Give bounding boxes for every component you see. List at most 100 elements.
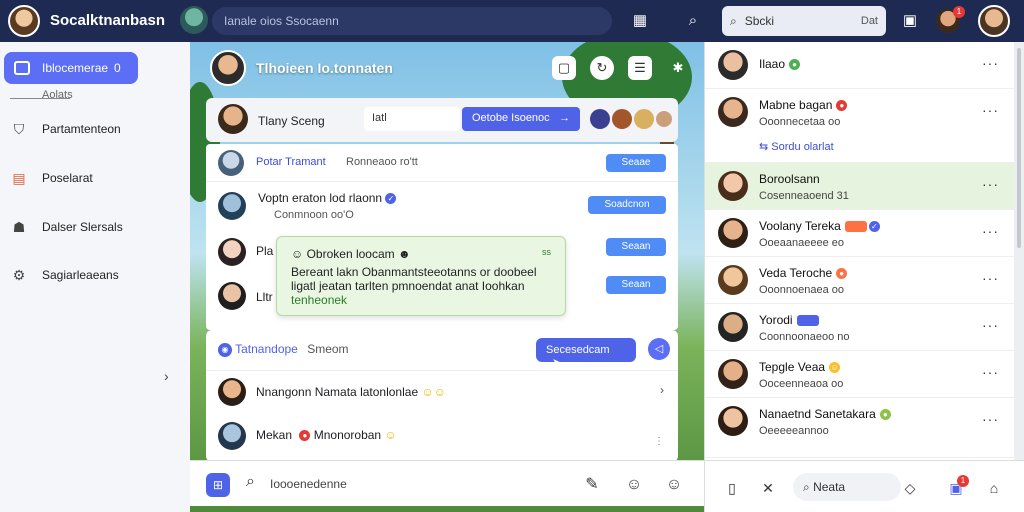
shield-icon: ⛉ (13, 121, 25, 137)
search-box[interactable]: ⌕ Sbcki Dat (722, 6, 886, 36)
brand-name: Socalktnanbasn (50, 12, 166, 29)
scrollbar[interactable] (1014, 42, 1024, 460)
home-icon[interactable]: ⌂ (983, 477, 1005, 499)
contact-sub: Oeeeeeannoo (759, 425, 829, 437)
scrollbar-thumb[interactable] (1017, 48, 1021, 248)
contacts-search-input[interactable]: ⌕ Neata (793, 473, 901, 501)
phone-icon[interactable]: ▯ (721, 477, 743, 499)
feed-action-button[interactable]: Seaae (606, 154, 666, 172)
sidebar-item-4[interactable]: ⚙ Sagiarleaeans (10, 266, 119, 284)
contact-name: Veda Teroche ● (759, 266, 848, 280)
compose-avatar[interactable] (218, 104, 248, 134)
contact-row[interactable]: Veda Teroche ● Ooonnoenaea oo ··· (705, 257, 1015, 304)
feed-action-button[interactable]: Seaan (606, 276, 666, 294)
user-avatar[interactable] (180, 6, 208, 34)
brand-avatar[interactable] (8, 5, 40, 37)
avatar (718, 265, 748, 295)
list-icon[interactable]: ☰ (628, 56, 652, 80)
contact-sub: Ooonnecetaa oo (759, 116, 841, 128)
comment-sub: Mnonoroban (313, 428, 382, 442)
contact-row[interactable]: Ilaao ● ··· (705, 42, 1015, 89)
table-row[interactable]: Nnangonn Namata latonlonlae ☺☺ › (206, 370, 678, 414)
compose-input[interactable]: Iatl (364, 107, 460, 131)
contact-row[interactable]: Boroolsann Cosenneaoend 31 ··· (705, 163, 1015, 210)
contact-sub: Ooonnoenaea oo (759, 284, 845, 296)
list-item[interactable]: Potar Tramant Ronneaoo ro'tt Seaae (206, 144, 678, 182)
group-icon: ☗ (12, 219, 26, 235)
more-options-icon[interactable]: ··· (982, 270, 999, 286)
more-options-icon[interactable]: ··· (982, 411, 999, 427)
tools-icon[interactable]: ✕ (757, 477, 779, 499)
more-options-icon[interactable]: ··· (982, 102, 999, 118)
contact-row[interactable]: Tepgle Veaa ☺ Ooceenneaoa oo ··· (705, 351, 1015, 398)
share-icon[interactable]: ◁ (648, 338, 670, 360)
avatar (718, 97, 748, 127)
chevron-right-icon[interactable]: › (164, 368, 169, 384)
contact-link-text: Sordu olarlat (771, 141, 834, 153)
emoji-reaction-icon[interactable]: ☺ (662, 473, 686, 497)
compose-submit-button[interactable]: Oetobe Isoenoc → (462, 107, 580, 131)
more-icon[interactable]: ⋮ (654, 436, 664, 447)
composer-input[interactable]: Ioooenedenne (270, 477, 347, 491)
avatar (218, 192, 246, 220)
status-badge (796, 315, 819, 327)
message-popup[interactable]: ☺ Obroken loocam ☻ ss Bereant lakn Obanm… (276, 236, 566, 316)
search-icon[interactable]: ⌕ (681, 9, 705, 33)
avatar (218, 378, 246, 406)
tag-icon[interactable]: ◇ (899, 477, 921, 499)
chat-icon[interactable]: ▢ (552, 56, 576, 80)
more-options-icon[interactable]: ··· (982, 55, 999, 71)
apps-icon[interactable]: ⊞ (206, 473, 230, 497)
contact-row[interactable]: Mabne bagan ● Ooonnecetaa oo ··· ⇆ Sordu … (705, 89, 1015, 163)
avatar (218, 422, 246, 450)
table-row[interactable]: Mekan ● Mnonoroban ☺ ⋮ (206, 416, 678, 460)
contact-name-text: Veda Teroche (759, 266, 833, 280)
contact-link[interactable]: ⇆ Sordu olarlat (759, 140, 834, 153)
more-options-icon[interactable]: ··· (982, 223, 999, 239)
right-bottom-bar: ▯ ✕ ⌕ Neata ◇ ▣ 1 ⌂ (704, 460, 1024, 512)
gear-icon[interactable]: ✱ (666, 56, 690, 80)
chevron-right-icon[interactable]: › (660, 383, 664, 397)
status-dot-icon: ● (879, 409, 891, 421)
save-icon[interactable]: ▣ (898, 9, 922, 33)
feed-title: Pla (256, 244, 274, 258)
emoji-icon[interactable]: ☺ (622, 473, 646, 497)
contact-row[interactable]: Yorodi Coonnoonaeoo no ··· (705, 304, 1015, 351)
sidebar-item-label: Partamtenteon (42, 122, 121, 136)
emoji-icon: ☺ (384, 428, 397, 442)
top-bar: Socalktnanbasn Ianale oios Ssocaenn ▦ ⌕ … (0, 0, 1024, 42)
calendar-icon[interactable]: ▦ (628, 9, 652, 33)
contact-row[interactable]: Nanaetnd Sanetakara ● Oeeeeeannoo ··· (705, 398, 1015, 458)
attach-icon[interactable]: ✎ (580, 473, 604, 497)
sidebar-item-3[interactable]: ☗ Dalser Slersals (10, 218, 123, 236)
section-action-button[interactable]: Secesedcam ➤ (536, 338, 636, 369)
feed-action-button[interactable]: Soadcnon (588, 196, 666, 214)
status-dot-icon: ● (836, 268, 848, 280)
reaction-avatar[interactable] (656, 111, 672, 127)
popup-tag: ss (542, 247, 551, 257)
reaction-avatar[interactable] (612, 109, 632, 129)
contact-name-text: Nanaetnd Sanetakara (759, 407, 876, 421)
notification-badge: 1 (953, 6, 965, 18)
more-options-icon[interactable]: ··· (982, 317, 999, 333)
reaction-avatar[interactable] (590, 109, 610, 129)
verified-icon: ✓ (385, 193, 397, 205)
account-avatar[interactable] (978, 5, 1010, 37)
feed-action-button[interactable]: Seaan (606, 238, 666, 256)
status-badge (844, 221, 867, 233)
top-search-input[interactable]: Ianale oios Ssocaenn (212, 7, 612, 35)
header-avatar[interactable] (210, 50, 246, 86)
more-options-icon[interactable]: ··· (982, 176, 999, 192)
contact-row[interactable]: Voolany Tereka ✓ Ooeaanaeeee eo ··· (705, 210, 1015, 257)
sidebar-item-2[interactable]: ▤ Poselarat (10, 169, 92, 187)
list-item[interactable]: Voptn eraton lod rlaonn ✓ Conmnoon oo'O … (206, 184, 678, 228)
popup-link[interactable]: tenheonek (291, 293, 347, 307)
reaction-avatar[interactable] (634, 109, 654, 129)
sidebar-item-1[interactable]: ⛉ Partamtenteon (10, 120, 121, 138)
header-name: Tlhoieen Io.tonnaten (256, 60, 393, 76)
popup-body: Bereant lakn Obanmantsteeotanns or doobe… (291, 265, 553, 307)
refresh-icon[interactable]: ↻ (590, 56, 614, 80)
more-options-icon[interactable]: ··· (982, 364, 999, 380)
feed-title: Lltr (256, 290, 273, 304)
sidebar-item-active[interactable]: Iblocemerae 0 (4, 52, 138, 84)
